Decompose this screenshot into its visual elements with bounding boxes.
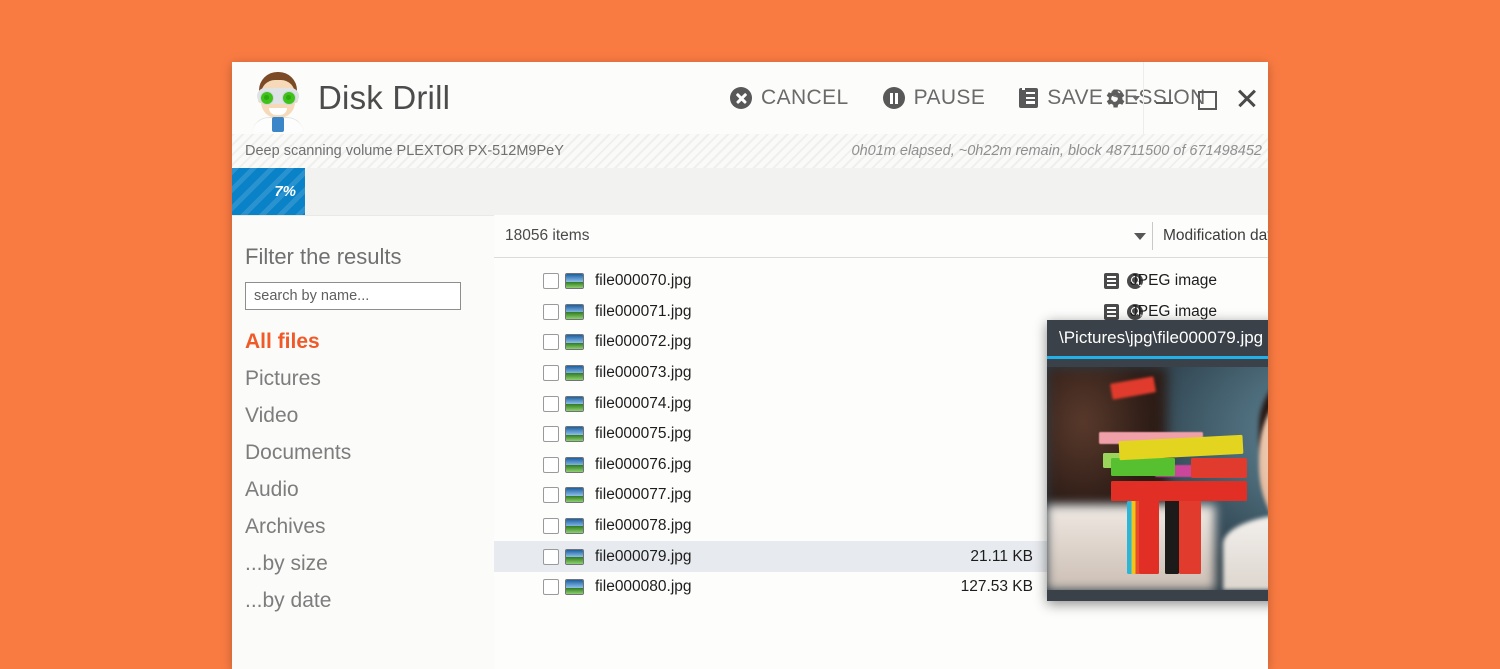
cancel-circle-icon bbox=[730, 87, 752, 109]
file-name: file000072.jpg bbox=[595, 333, 692, 351]
close-button[interactable] bbox=[1234, 85, 1260, 111]
maximize-icon bbox=[1197, 91, 1217, 110]
scan-status-bar: Deep scanning volume PLEXTOR PX-512M9PeY… bbox=[232, 134, 1268, 169]
file-details-icon[interactable] bbox=[1104, 273, 1119, 290]
minimize-button[interactable] bbox=[1152, 85, 1178, 111]
maximize-button[interactable] bbox=[1193, 85, 1219, 111]
image-thumbnail-icon bbox=[565, 365, 584, 382]
sidebar-item-by-size[interactable]: ...by size bbox=[245, 545, 494, 582]
row-checkbox[interactable] bbox=[543, 303, 559, 320]
sidebar-item-archives[interactable]: Archives bbox=[245, 508, 494, 545]
file-kind: JPEG image bbox=[1130, 302, 1218, 320]
file-name: file000071.jpg bbox=[595, 302, 692, 320]
scan-progress-bar: 7% bbox=[232, 168, 1268, 216]
save-list-icon bbox=[1019, 88, 1039, 108]
row-checkbox[interactable] bbox=[543, 365, 559, 382]
image-thumbnail-icon bbox=[565, 579, 584, 596]
titlebar: Disk Drill CANCEL PAUSE SAVE SESSION bbox=[232, 62, 1268, 135]
row-checkbox[interactable] bbox=[543, 273, 559, 290]
item-count-label: 18056 items bbox=[505, 227, 590, 244]
preview-accent-line bbox=[1047, 356, 1268, 359]
preview-image bbox=[1047, 367, 1268, 590]
image-thumbnail-icon bbox=[565, 487, 584, 504]
row-checkbox[interactable] bbox=[543, 395, 559, 412]
filter-sidebar: Filter the results All files Pictures Vi… bbox=[232, 215, 494, 669]
sort-descending-icon[interactable] bbox=[1134, 233, 1146, 240]
image-thumbnail-icon bbox=[565, 334, 584, 351]
scan-progress-percent: 7% bbox=[274, 183, 296, 200]
table-row[interactable]: file000070.jpg JPEG image bbox=[494, 266, 1268, 297]
scan-status-text: Deep scanning volume PLEXTOR PX-512M9PeY bbox=[245, 143, 564, 159]
image-thumbnail-icon bbox=[565, 395, 584, 412]
brand-area: Disk Drill bbox=[250, 62, 450, 134]
file-kind: JPEG image bbox=[1130, 272, 1218, 290]
row-checkbox[interactable] bbox=[543, 334, 559, 351]
sidebar-title: Filter the results bbox=[245, 244, 402, 269]
file-preview-popup: \Pictures\jpg\file000079.jpg bbox=[1047, 320, 1268, 601]
sidebar-item-by-date[interactable]: ...by date bbox=[245, 582, 494, 619]
sidebar-item-documents[interactable]: Documents bbox=[245, 434, 494, 471]
scan-progress-fill: 7% bbox=[232, 168, 305, 215]
cancel-button-label: CANCEL bbox=[761, 86, 849, 109]
file-name: file000077.jpg bbox=[595, 486, 692, 504]
row-checkbox[interactable] bbox=[543, 518, 559, 535]
scan-progress-detail: 0h01m elapsed, ~0h22m remain, block 4871… bbox=[851, 143, 1262, 159]
disk-drill-window: Disk Drill CANCEL PAUSE SAVE SESSION Dee… bbox=[232, 62, 1268, 669]
file-details-icon[interactable] bbox=[1104, 303, 1119, 320]
pause-button-label: PAUSE bbox=[913, 86, 986, 109]
minimize-icon bbox=[1155, 102, 1173, 105]
preview-title: \Pictures\jpg\file000079.jpg bbox=[1059, 328, 1264, 347]
row-checkbox[interactable] bbox=[543, 456, 559, 473]
gear-icon bbox=[1106, 89, 1125, 107]
file-size: 127.53 KB bbox=[960, 578, 1033, 596]
image-thumbnail-icon bbox=[565, 548, 584, 565]
sidebar-item-all-files[interactable]: All files bbox=[245, 323, 494, 360]
search-input[interactable] bbox=[245, 282, 461, 310]
sidebar-item-pictures[interactable]: Pictures bbox=[245, 360, 494, 397]
settings-menu-button[interactable] bbox=[1102, 62, 1140, 134]
file-name: file000076.jpg bbox=[595, 455, 692, 473]
sidebar-item-audio[interactable]: Audio bbox=[245, 471, 494, 508]
image-thumbnail-icon bbox=[565, 518, 584, 535]
file-name: file000074.jpg bbox=[595, 394, 692, 412]
chevron-down-icon bbox=[1132, 95, 1140, 101]
file-name: file000070.jpg bbox=[595, 272, 692, 290]
cancel-button[interactable]: CANCEL bbox=[730, 86, 849, 110]
file-list-header: 18056 items Modification date Size Kind bbox=[494, 215, 1268, 258]
filter-list: All files Pictures Video Documents Audio… bbox=[232, 323, 494, 619]
row-checkbox[interactable] bbox=[543, 548, 559, 565]
file-name: file000079.jpg bbox=[595, 547, 692, 565]
image-thumbnail-icon bbox=[565, 273, 584, 290]
pause-circle-icon bbox=[882, 87, 905, 109]
row-checkbox[interactable] bbox=[543, 579, 559, 596]
scientist-goggles-avatar-icon bbox=[250, 70, 306, 132]
file-size: 21.11 KB bbox=[970, 547, 1033, 565]
pause-button[interactable]: PAUSE bbox=[882, 86, 986, 110]
window-controls bbox=[1143, 62, 1268, 134]
preview-footer bbox=[1047, 590, 1268, 601]
image-thumbnail-icon bbox=[565, 456, 584, 473]
file-name: file000073.jpg bbox=[595, 364, 692, 382]
image-thumbnail-icon bbox=[565, 426, 584, 443]
sidebar-item-video[interactable]: Video bbox=[245, 397, 494, 434]
file-name: file000080.jpg bbox=[595, 578, 692, 596]
app-title: Disk Drill bbox=[318, 79, 451, 116]
row-checkbox[interactable] bbox=[543, 426, 559, 443]
row-checkbox[interactable] bbox=[543, 487, 559, 504]
file-name: file000075.jpg bbox=[595, 425, 692, 443]
image-thumbnail-icon bbox=[565, 303, 584, 320]
column-header-modification-date[interactable]: Modification date bbox=[1152, 222, 1268, 250]
file-name: file000078.jpg bbox=[595, 517, 692, 535]
